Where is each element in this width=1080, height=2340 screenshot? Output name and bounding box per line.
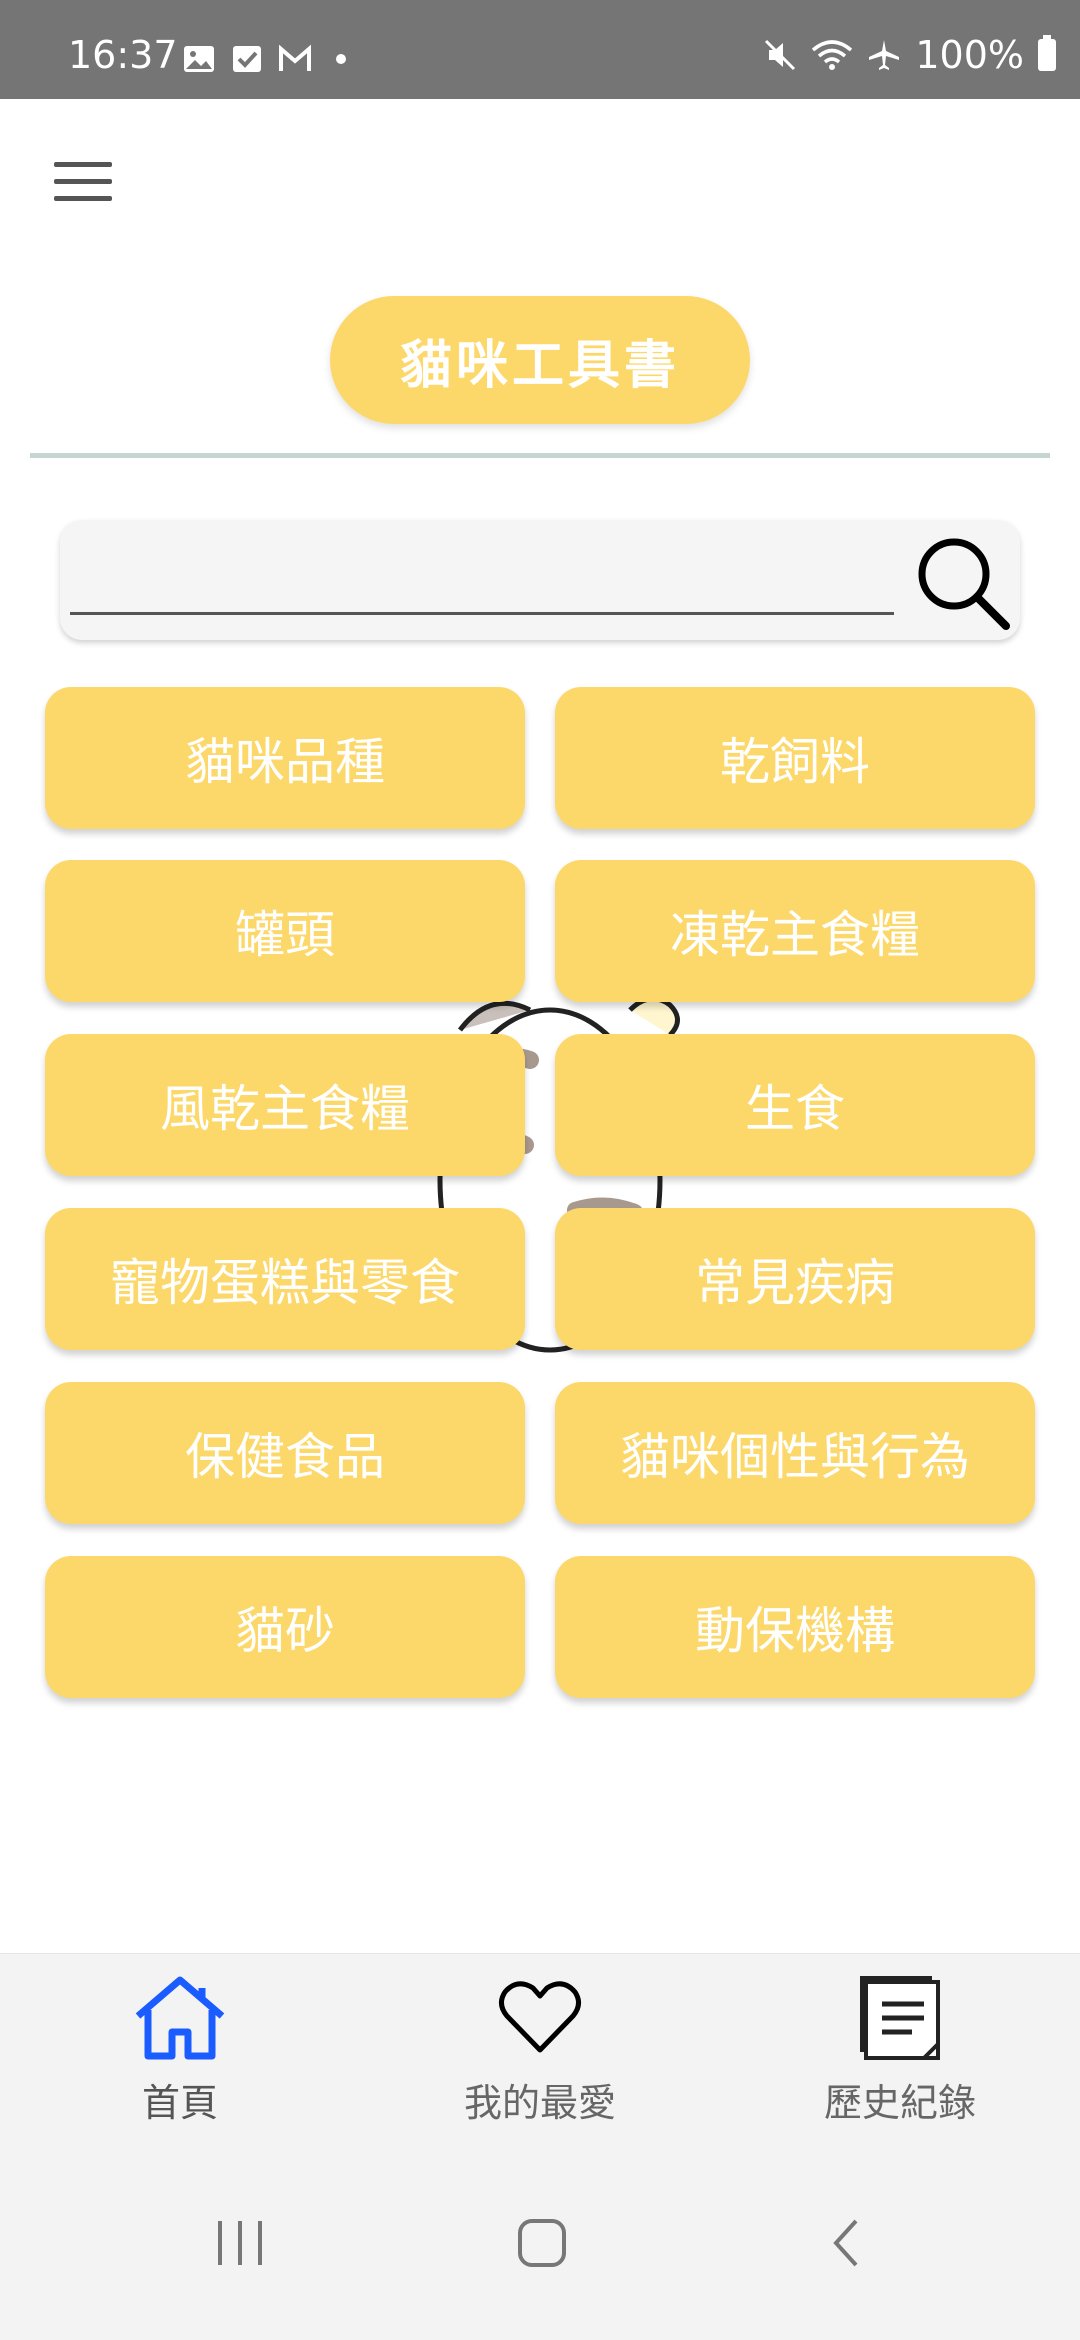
nav-history[interactable]: 歷史紀錄 (770, 1974, 1030, 2127)
home-button-icon[interactable] (514, 2215, 570, 2271)
battery-percent: 100% (915, 33, 1024, 77)
battery-icon (1038, 35, 1056, 71)
nav-home-label: 首頁 (141, 2081, 218, 2125)
mute-icon (765, 39, 796, 71)
category-button[interactable]: 保健食品 (45, 1382, 525, 1524)
category-button[interactable]: 動保機構 (555, 1556, 1035, 1698)
home-icon (135, 1976, 225, 2060)
dot-icon (336, 54, 346, 64)
nav-favorites-label: 我的最愛 (463, 2081, 616, 2125)
nav-home[interactable]: 首頁 (50, 1974, 310, 2127)
category-button[interactable]: 常見疾病 (555, 1208, 1035, 1350)
search-icon[interactable] (908, 528, 1014, 634)
airplane-icon (869, 40, 900, 70)
category-button[interactable]: 寵物蛋糕與零食 (45, 1208, 525, 1350)
status-right: 100% (763, 33, 1056, 77)
divider (30, 453, 1050, 458)
category-button[interactable]: 罐頭 (45, 860, 525, 1002)
recent-apps-icon[interactable] (214, 2215, 266, 2271)
category-button[interactable]: 貓咪個性與行為 (555, 1382, 1035, 1524)
gmail-icon (279, 44, 311, 71)
search-input[interactable] (70, 540, 894, 615)
search-bar (60, 520, 1020, 640)
wifi-icon (812, 40, 853, 70)
back-icon[interactable] (826, 2215, 866, 2271)
history-documents-icon (860, 1976, 940, 2060)
category-button[interactable]: 貓咪品種 (45, 687, 525, 829)
category-button[interactable]: 生食 (555, 1034, 1035, 1176)
nav-history-label: 歷史紀錄 (823, 2081, 976, 2125)
category-button[interactable]: 風乾主食糧 (45, 1034, 525, 1176)
image-icon (184, 46, 214, 72)
bottom-navigation: 首頁 我的最愛 歷史紀錄 (0, 1953, 1080, 2160)
nav-favorites[interactable]: 我的最愛 (410, 1974, 670, 2127)
hamburger-menu-icon[interactable] (54, 162, 112, 204)
heart-icon (499, 1981, 581, 2053)
checkbox-icon (233, 46, 261, 72)
status-time: 16:37 (68, 33, 178, 77)
system-navigation-bar (0, 2159, 1080, 2340)
status-bar: 16:37 100% (0, 0, 1080, 99)
category-button[interactable]: 貓砂 (45, 1556, 525, 1698)
category-button[interactable]: 凍乾主食糧 (555, 860, 1035, 1002)
page-title: 貓咪工具書 (330, 296, 750, 424)
category-button[interactable]: 乾飼料 (555, 687, 1035, 829)
notification-icons (182, 44, 346, 74)
